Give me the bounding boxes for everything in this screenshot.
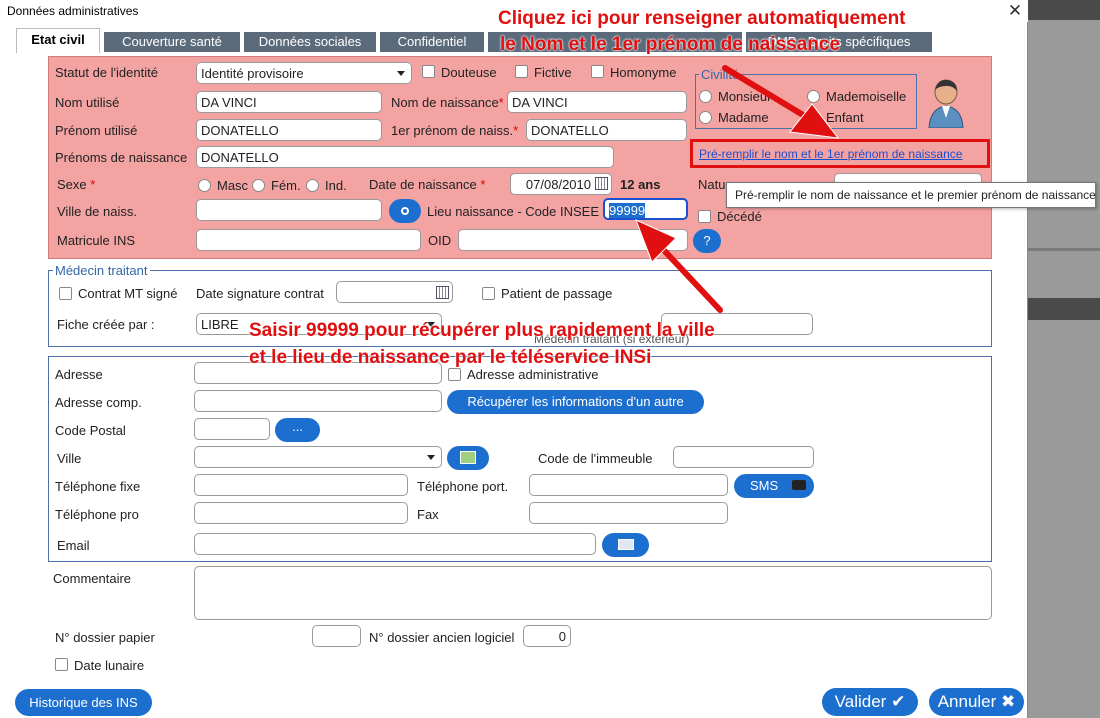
arrow-to-insee-field	[635, 219, 723, 313]
annotation-arrows	[635, 65, 840, 313]
arrow-to-prefill-link	[722, 65, 840, 139]
